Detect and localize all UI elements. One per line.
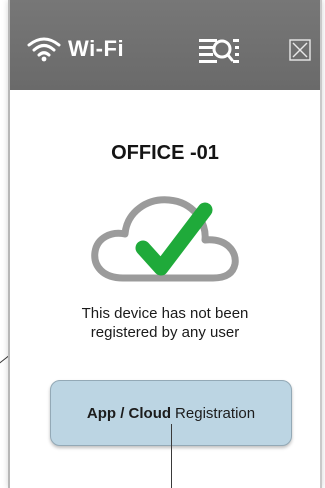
registration-status-message: This device has not been registered by a… (50, 304, 280, 342)
network-ssid: OFFICE -01 (111, 142, 219, 164)
main-content: OFFICE -01 This device has not been regi… (10, 90, 320, 488)
close-icon[interactable] (289, 39, 311, 61)
message-line-2: registered by any user (90, 324, 240, 341)
title-group: Wi-Fi (26, 36, 124, 62)
title-bar: Wi-Fi (10, 0, 320, 90)
screen: Wi-Fi OFFICE -01 This device has not bee… (0, 0, 325, 488)
callout-line (171, 424, 172, 488)
wifi-panel: Wi-Fi OFFICE -01 This device has not bee… (8, 0, 322, 488)
registration-button-label: Registration (175, 404, 256, 422)
registration-button-label-bold: App / Cloud (86, 404, 172, 422)
network-scan-icon[interactable] (197, 36, 241, 64)
message-line-1: This device has not been (81, 305, 249, 322)
cloud-check-icon (91, 196, 239, 282)
wifi-icon (27, 37, 61, 62)
app-title: Wi-Fi (68, 36, 125, 61)
